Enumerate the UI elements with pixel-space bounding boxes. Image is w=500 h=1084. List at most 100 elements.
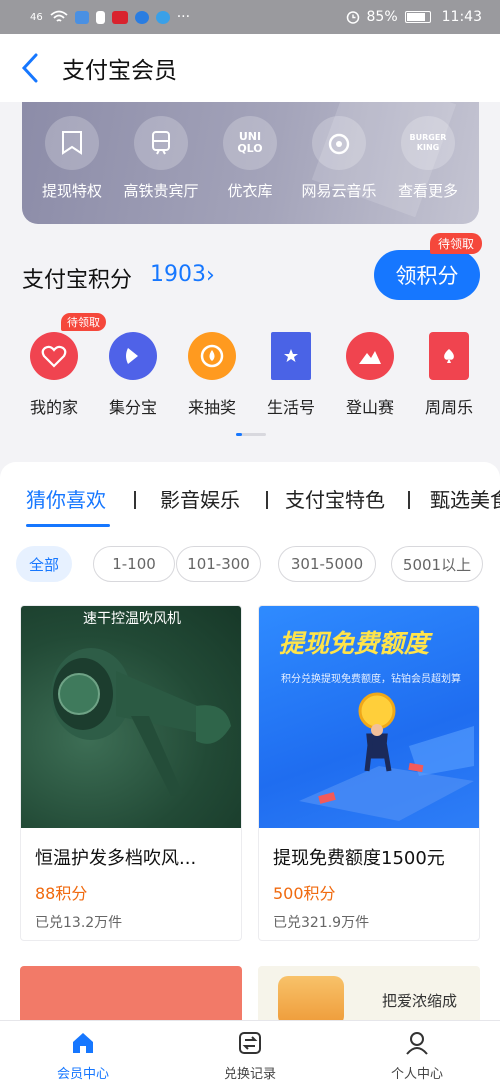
benefit-uniqlo[interactable]: UNI QLO 优衣库 [205,116,295,201]
points-row: 支付宝积分 1903 › 领积分 待领取 [22,233,482,306]
burger-king-icon: BURGER KING [401,116,455,170]
nav-label: 会员中心 [56,1067,109,1082]
fruit-cup-image [278,976,344,1022]
benefit-withdraw[interactable]: 提现特权 [27,116,117,201]
browser-app-icon [134,10,149,24]
nav-label: 个人中心 [390,1067,443,1082]
tab-audio-video[interactable]: 影音娱乐 [160,484,240,513]
app-label: 集分宝 [108,398,157,417]
back-button[interactable] [0,34,60,102]
header-bar: 支付宝会员 [0,34,500,102]
page-indicator [236,433,266,436]
clipboard-icon [95,10,105,24]
exchange-record-icon [236,1029,264,1057]
tab-separator [134,491,136,509]
battery-percent: 85% [366,9,398,25]
product-price: 500积分 [273,884,336,903]
category-tabs: 猜你喜欢 影音娱乐 支付宝特色 甄选美食 [0,484,500,524]
benefit-label: 查看更多 [397,182,458,200]
product-title: 提现免费额度1500元 [273,848,445,869]
benefit-label: 网易云音乐 [301,182,377,200]
points-filter-chips: 全部 1-100 101-300 301-5000 5001以上 [16,546,500,584]
product-image: 提现免费额度 积分兑换提现免费额度，钻铂会员超划算 [259,606,479,828]
chevron-left-icon [21,53,38,83]
bottom-navigation: 会员中心 兑换记录 个人中心 [0,1020,500,1084]
product-title: 恒温护发多档吹风... [35,848,197,869]
product-sold-count: 已兑321.9万件 [273,915,370,931]
product-card[interactable]: 提现免费额度 积分兑换提现免费额度，钻铂会员超划算 提现免费额度1500元 50… [258,605,480,941]
status-bar: 46 ··· 85% 11:43 [0,0,500,34]
app-lottery[interactable]: 来抽奖 [177,332,247,418]
app-my-home[interactable]: 我的家 待领取 [19,313,106,418]
app-jifenbao[interactable]: 集分宝 [98,332,168,418]
signal-indicator: 46 [30,11,43,23]
product-sold-count: 已兑13.2万件 [35,915,123,931]
wifi-icon [50,10,68,22]
cloud-icon [74,10,89,24]
points-label: 支付宝积分 [22,268,133,293]
weekly-game-icon [429,332,469,380]
app-weekly-game[interactable]: 周周乐 [414,332,484,418]
points-value[interactable]: 1903 [150,262,206,287]
hair-dryer-illustration [51,648,231,796]
benefit-netease-music[interactable]: 网易云音乐 [294,116,384,201]
filter-1-100[interactable]: 1-100 [93,546,175,582]
life-account-icon [271,332,311,380]
nav-profile[interactable]: 个人中心 [367,1029,467,1082]
person-coin-illustration [299,692,474,821]
app-life-account[interactable]: 生活号 [256,332,326,418]
filter-301-5000[interactable]: 301-5000 [278,546,376,582]
product-peek-text: 把爱浓缩成 [382,992,458,1010]
page-title: 支付宝会员 [62,58,177,84]
product-card-peek[interactable] [20,966,242,1022]
lottery-icon [188,332,236,380]
jifenbao-icon [109,332,157,380]
benefit-label: 提现特权 [41,182,102,200]
more-notifications: ··· [176,9,191,25]
tab-guess-you-like[interactable]: 猜你喜欢 [26,484,106,513]
claim-badge: 待领取 [429,233,482,254]
battery-icon [404,11,431,23]
app-label: 生活号 [266,398,315,417]
nav-member-center[interactable]: 会员中心 [33,1029,133,1082]
netease-music-icon [312,116,366,170]
app-mountain-race[interactable]: 登山赛 [335,332,405,418]
train-icon [134,116,188,170]
status-bar-right: 85% 11:43 [346,9,482,25]
mountain-race-icon [346,332,394,380]
tab-selected-food[interactable]: 甄选美食 [430,484,500,513]
profile-icon [403,1029,431,1057]
clock: 11:43 [441,9,482,25]
claim-points-button[interactable]: 领积分 [374,250,480,300]
app-label: 登山赛 [345,398,394,417]
settings-app-icon [155,10,170,24]
member-home-icon [69,1029,97,1057]
home-heart-icon [30,332,78,380]
member-benefits-card: 提现特权 高铁贵宾厅 UNI QLO 优衣库 网易云音乐 BURGER KING… [22,102,479,224]
product-card-peek[interactable]: 把爱浓缩成 [258,966,480,1022]
tab-alipay-special[interactable]: 支付宝特色 [285,484,385,513]
app-label: 周周乐 [424,398,473,417]
bookmark-icon [45,116,99,170]
nav-exchange-record[interactable]: 兑换记录 [200,1029,300,1082]
filter-101-300[interactable]: 101-300 [176,546,261,582]
chevron-right-icon[interactable]: › [206,263,215,288]
uniqlo-icon: UNI QLO [223,116,277,170]
app-label: 来抽奖 [187,398,236,417]
tab-separator [266,491,268,509]
stock-app-icon [111,10,128,24]
product-card[interactable]: 速干控温吹风机 恒温护发多档吹风... 88积分 已兑13.2万件 [20,605,242,941]
nav-label: 兑换记录 [223,1067,276,1082]
filter-all[interactable]: 全部 [16,546,72,582]
benefit-label: 优衣库 [227,182,273,200]
app-label: 我的家 [29,398,78,417]
product-image: 速干控温吹风机 [21,606,241,828]
tab-separator [408,491,410,509]
benefit-see-more[interactable]: BURGER KING 查看更多 [383,116,473,201]
product-content: 猜你喜欢 影音娱乐 支付宝特色 甄选美食 全部 1-100 101-300 30… [0,462,500,1022]
active-tab-underline [26,524,110,527]
benefit-label: 高铁贵宾厅 [123,182,199,200]
filter-5001-plus[interactable]: 5001以上 [391,546,483,582]
benefit-train-lounge[interactable]: 高铁贵宾厅 [116,116,206,201]
apps-grid: 我的家 待领取 集分宝 来抽奖 生活号 登山赛 周周乐 [0,313,500,422]
